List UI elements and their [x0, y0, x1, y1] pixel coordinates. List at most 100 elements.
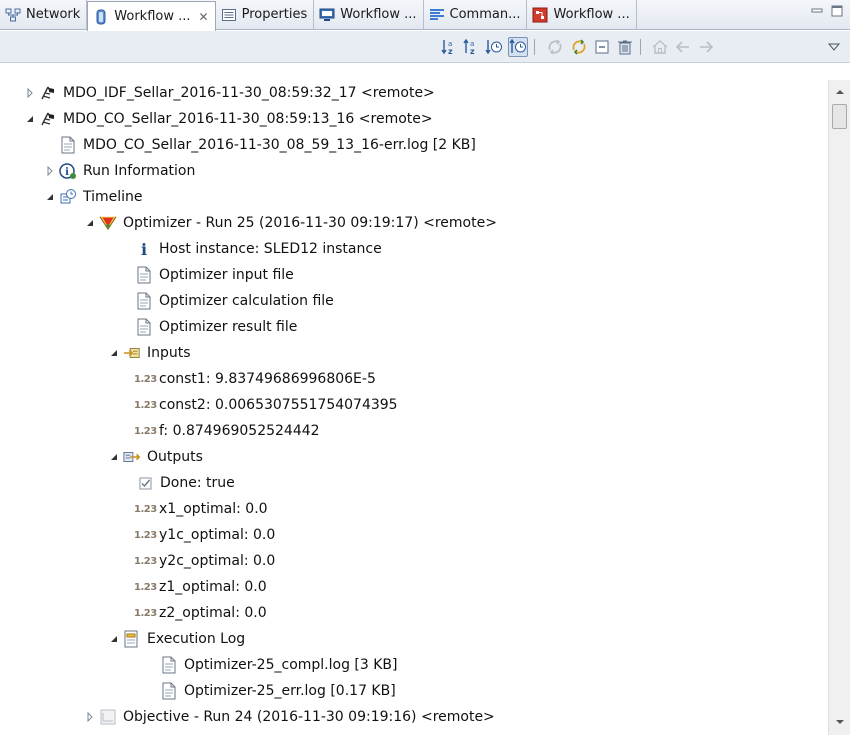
svg-text:i: i	[141, 240, 147, 258]
collapse-arrow-icon[interactable]	[24, 113, 36, 125]
view-menu-icon[interactable]	[824, 37, 844, 57]
expand-arrow-icon[interactable]	[24, 87, 36, 99]
tree-node-label: z2_optimal: 0.0	[159, 605, 267, 621]
tree-node-input-value[interactable]: 1.23 const2: 0.0065307551754074395	[134, 392, 398, 418]
expand-arrow-icon[interactable]	[44, 165, 56, 177]
toolbar-separator	[640, 39, 641, 55]
tree-node-optimizer-run[interactable]: Optimizer - Run 25 (2016-11-30 09:19:17)…	[84, 210, 497, 236]
tree-node-label: Optimizer - Run 25 (2016-11-30 09:19:17)…	[123, 215, 497, 231]
delete-icon[interactable]	[615, 37, 635, 57]
tree-node-input-value[interactable]: 1.23 const1: 9.83749686996806E-5	[134, 366, 376, 392]
view-toolbar: az az	[0, 31, 850, 63]
tree-node-execution-log[interactable]: Execution Log	[108, 626, 245, 652]
tree-node-output-value[interactable]: 1.23 y2c_optimal: 0.0	[134, 548, 275, 574]
number-icon: 1.23	[134, 373, 157, 385]
collapse-arrow-icon[interactable]	[44, 191, 56, 203]
refresh-all-icon[interactable]	[569, 37, 589, 57]
tree-node-file[interactable]: Optimizer-25_err.log [0.17 KB]	[160, 678, 396, 704]
tree-node-label: Timeline	[83, 189, 143, 205]
tree-node-output-value[interactable]: Done: true	[134, 470, 235, 496]
tab-workflow-data-browser[interactable]: Workflow ... ✕	[87, 1, 216, 31]
tab-workflow-console[interactable]: Workflow ...	[314, 0, 424, 29]
tree-node-input-value[interactable]: 1.23 f: 0.874969052524442	[134, 418, 320, 444]
tree-node-file[interactable]: Optimizer result file	[135, 314, 297, 340]
tree-node-file[interactable]: MDO_CO_Sellar_2016-11-30_08_59_13_16-err…	[59, 132, 476, 158]
tree-node-label: Done: true	[160, 475, 235, 491]
data-browser-tree[interactable]: MDO_IDF_Sellar_2016-11-30_08:59:32_17 <r…	[0, 80, 828, 735]
expand-arrow-icon[interactable]	[84, 711, 96, 723]
scroll-up-arrow-icon[interactable]	[829, 83, 850, 101]
tree-node-label: z1_optimal: 0.0	[159, 579, 267, 595]
tree-node-label: Objective - Run 24 (2016-11-30 09:19:16)…	[123, 709, 495, 725]
number-icon: 1.23	[134, 399, 157, 411]
collapse-all-icon[interactable]	[592, 37, 612, 57]
tab-command-console[interactable]: Comman...	[424, 0, 528, 29]
file-icon	[59, 136, 77, 154]
tree-node-label: Optimizer-25_err.log [0.17 KB]	[184, 683, 396, 699]
collapse-arrow-icon[interactable]	[84, 217, 96, 229]
tab-label: Network	[26, 7, 81, 22]
data-store-icon	[93, 9, 109, 25]
minimize-icon[interactable]	[810, 4, 824, 18]
tree-node-objective-run[interactable]: Objective - Run 24 (2016-11-30 09:19:16)…	[84, 704, 495, 730]
collapse-arrow-icon[interactable]	[108, 451, 120, 463]
tree-node-label: const1: 9.83749686996806E-5	[159, 371, 376, 387]
inputs-icon	[123, 344, 141, 362]
number-icon: 1.23	[134, 425, 157, 437]
refresh-disabled-icon[interactable]	[545, 37, 565, 57]
tree-node-run-information[interactable]: i Run Information	[44, 158, 195, 184]
scroll-down-arrow-icon[interactable]	[829, 713, 850, 731]
scrollbar-thumb[interactable]	[832, 104, 847, 129]
info-circle-icon: i	[59, 162, 77, 180]
tree-node-workflow-co[interactable]: MDO_CO_Sellar_2016-11-30_08:59:13_16 <re…	[24, 106, 433, 132]
number-icon: 1.23	[134, 607, 157, 619]
tree-node-label: f: 0.874969052524442	[159, 423, 320, 439]
monitor-icon	[319, 7, 335, 23]
tree-node-output-value[interactable]: 1.23 z2_optimal: 0.0	[134, 600, 267, 626]
tree-node-label: Execution Log	[147, 631, 246, 647]
tree-node-label: y2c_optimal: 0.0	[159, 553, 276, 569]
tab-network[interactable]: Network	[0, 0, 88, 29]
tree-node-label: Optimizer input file	[159, 267, 294, 283]
sort-reverse-alphabetical-icon[interactable]: az	[462, 37, 482, 57]
maximize-icon[interactable]	[830, 4, 844, 18]
collapse-arrow-icon[interactable]	[108, 347, 120, 359]
tab-workflow-list[interactable]: Workflow ...	[527, 0, 637, 29]
vertical-scrollbar[interactable]	[828, 80, 850, 735]
tree-node-workflow-idf[interactable]: MDO_IDF_Sellar_2016-11-30_08:59:32_17 <r…	[24, 80, 435, 106]
tree-node-inputs[interactable]: Inputs	[108, 340, 191, 366]
file-icon	[160, 682, 178, 700]
tree-node-output-value[interactable]: 1.23 y1c_optimal: 0.0	[134, 522, 275, 548]
tree-node-label: y1c_optimal: 0.0	[159, 527, 276, 543]
tree-node-label: Outputs	[147, 449, 203, 465]
tree-node-host-instance[interactable]: i Host instance: SLED12 instance	[135, 236, 382, 262]
tab-properties[interactable]: Properties	[216, 0, 315, 29]
tab-label: Workflow ...	[553, 7, 630, 22]
sort-alphabetical-icon[interactable]: az	[440, 37, 460, 57]
file-icon	[135, 292, 153, 310]
tree-node-timeline[interactable]: Timeline	[44, 184, 143, 210]
home-icon[interactable]	[650, 37, 670, 57]
tree-node-outputs[interactable]: Outputs	[108, 444, 203, 470]
tree-node-label: Optimizer calculation file	[159, 293, 334, 309]
forward-arrow-icon[interactable]	[696, 37, 716, 57]
file-icon	[160, 656, 178, 674]
tree-node-label: MDO_IDF_Sellar_2016-11-30_08:59:32_17 <r…	[63, 85, 435, 101]
toolbar-separator	[534, 39, 535, 55]
tree-node-output-value[interactable]: 1.23 x1_optimal: 0.0	[134, 496, 268, 522]
tree-node-output-value[interactable]: 1.23 z1_optimal: 0.0	[134, 574, 267, 600]
tree-node-label: const2: 0.0065307551754074395	[159, 397, 398, 413]
tree-node-label: MDO_CO_Sellar_2016-11-30_08_59_13_16-err…	[83, 137, 476, 153]
back-arrow-icon[interactable]	[673, 37, 693, 57]
tab-label: Workflow ...	[340, 7, 417, 22]
tree-node-label: x1_optimal: 0.0	[159, 501, 268, 517]
close-icon[interactable]: ✕	[199, 10, 209, 24]
sort-timestamp-icon[interactable]	[484, 37, 504, 57]
tree-node-file[interactable]: Optimizer calculation file	[135, 288, 334, 314]
tree-node-label: MDO_CO_Sellar_2016-11-30_08:59:13_16 <re…	[63, 111, 433, 127]
sort-timestamp-descending-icon[interactable]	[508, 37, 528, 57]
collapse-arrow-icon[interactable]	[108, 633, 120, 645]
tree-node-file[interactable]: Optimizer input file	[135, 262, 294, 288]
outputs-icon	[123, 448, 141, 466]
tree-node-file[interactable]: Optimizer-25_compl.log [3 KB]	[160, 652, 398, 678]
